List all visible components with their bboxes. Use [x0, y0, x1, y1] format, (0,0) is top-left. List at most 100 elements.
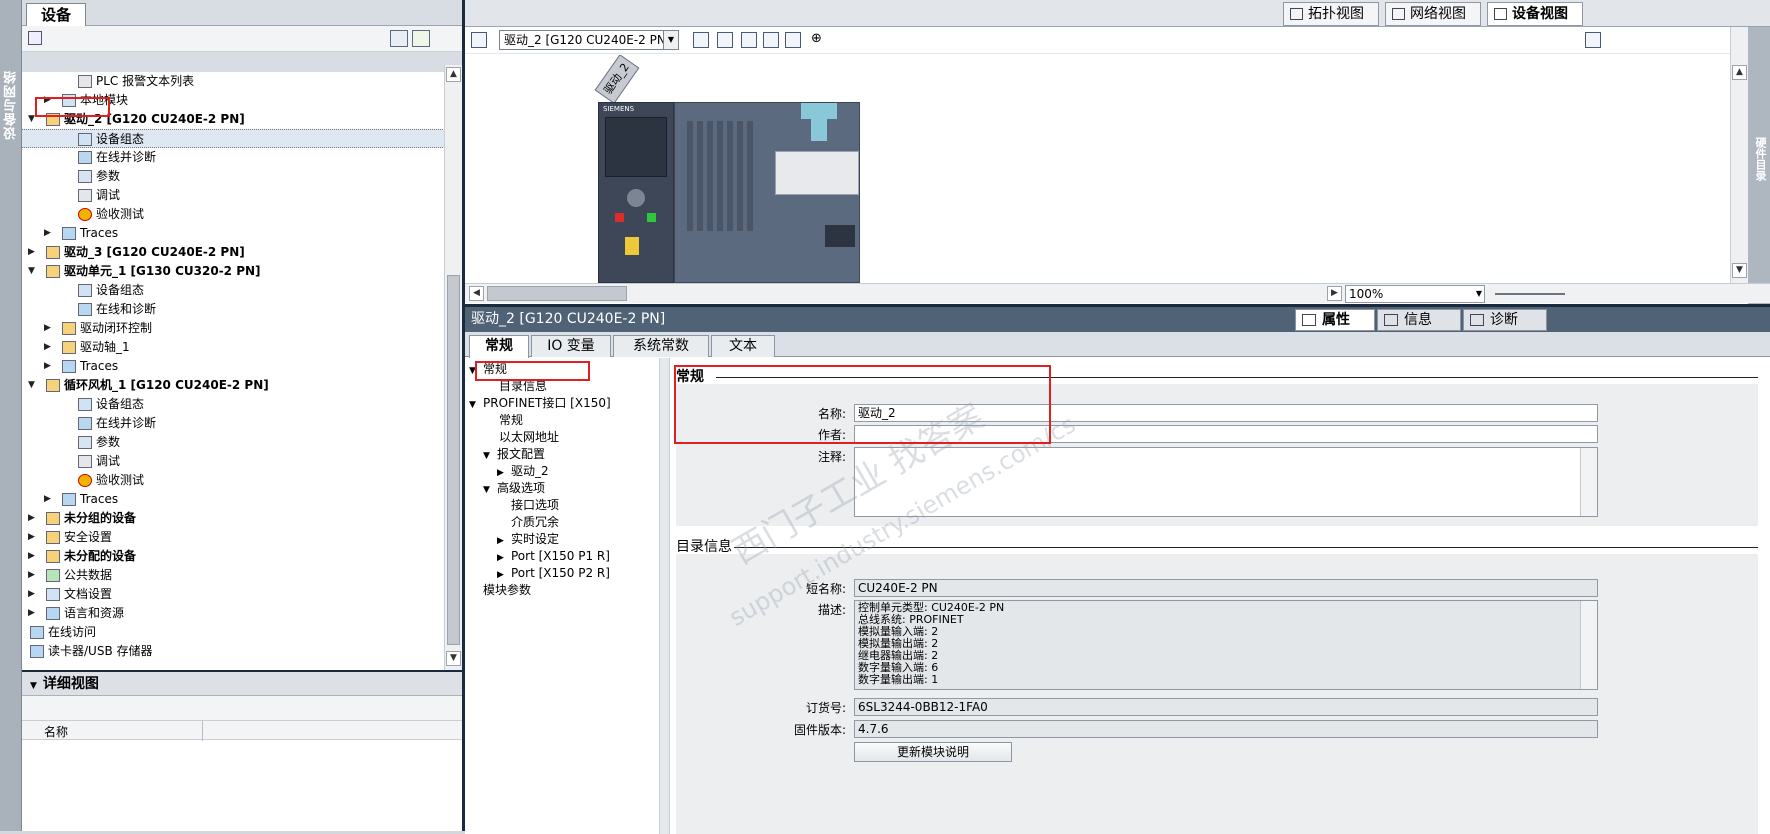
canvas-horizontal-scrollbar[interactable]: ◀ ▶ 100% ▼: [465, 283, 1770, 303]
tree-item[interactable]: 在线并诊断: [22, 148, 447, 167]
project-tree-tab[interactable]: 设备: [26, 3, 87, 26]
tree-item[interactable]: 调试: [22, 452, 447, 471]
h-scroll-thumb[interactable]: [487, 286, 627, 301]
tree-item[interactable]: ▼ 循环风机_1 [G120 CU240E-2 PN]: [22, 376, 447, 395]
toolbar-icon-1[interactable]: [693, 32, 709, 48]
description-label: 描述:: [817, 603, 846, 617]
tree-item[interactable]: 验收测试: [22, 205, 447, 224]
tab-info[interactable]: 信息: [1377, 309, 1461, 331]
scroll-right-icon[interactable]: ▶: [1327, 286, 1342, 301]
tree-item[interactable]: 验收测试: [22, 471, 447, 490]
tree-item[interactable]: 参数: [22, 167, 447, 186]
canvas-vertical-scrollbar[interactable]: ▲ ▼: [1730, 27, 1748, 283]
control-unit-module[interactable]: SIEMENS: [598, 102, 674, 283]
tree-item[interactable]: ▶ 驱动闭环控制: [22, 319, 447, 338]
tree-node-icon: [78, 189, 92, 202]
collapsed-arrow-icon[interactable]: ▶: [28, 243, 38, 262]
expanded-arrow-icon[interactable]: ▼: [28, 262, 38, 281]
tree-item[interactable]: ▶ 未分组的设备: [22, 509, 447, 528]
tree-toolbar-icon[interactable]: [28, 31, 42, 45]
portal-side-strip[interactable]: 设备与网络: [0, 0, 22, 831]
toolbar-icon-3[interactable]: [741, 32, 757, 48]
tab-diagnostics[interactable]: 诊断: [1463, 309, 1547, 331]
tree-item[interactable]: ▶ Traces: [22, 224, 447, 243]
collapsed-arrow-icon[interactable]: ▶: [28, 528, 38, 547]
tree-item[interactable]: ▶ 未分配的设备: [22, 547, 447, 566]
tree-item[interactable]: 设备组态: [22, 129, 447, 148]
tab-network-view[interactable]: 网络视图: [1385, 2, 1481, 26]
toolbar-icon-5[interactable]: [785, 32, 801, 48]
overview-icon[interactable]: [1585, 32, 1601, 48]
collapsed-arrow-icon[interactable]: ▶: [44, 357, 54, 376]
collapsed-arrow-icon[interactable]: ▶: [28, 604, 38, 623]
nav-item[interactable]: 模块参数: [469, 581, 531, 600]
tree-item[interactable]: ▶ 驱动_3 [G120 CU240E-2 PN]: [22, 243, 447, 262]
update-module-description-button[interactable]: 更新模块说明: [854, 742, 1012, 762]
power-module[interactable]: [674, 102, 860, 283]
tab-system-constants[interactable]: 系统常数: [613, 335, 709, 357]
collapsed-arrow-icon[interactable]: ▶: [28, 509, 38, 528]
tree-item[interactable]: ▶ 语言和资源: [22, 604, 447, 623]
tree-item[interactable]: ▶读卡器/USB 存储器: [22, 642, 447, 661]
expanded-arrow-icon[interactable]: ▼: [483, 481, 497, 500]
tree-item[interactable]: ▶在线访问: [22, 623, 447, 642]
nav-item-label: 以太网地址: [499, 430, 560, 444]
collapsed-arrow-icon[interactable]: ▶: [44, 319, 54, 338]
expanded-arrow-icon[interactable]: ▼: [469, 396, 483, 415]
tree-item[interactable]: 在线并诊断: [22, 414, 447, 433]
tree-item[interactable]: ▼ 驱动单元_1 [G130 CU320-2 PN]: [22, 262, 447, 281]
scroll-left-icon[interactable]: ◀: [469, 286, 484, 301]
collapsed-arrow-icon[interactable]: ▶: [28, 585, 38, 604]
comment-field[interactable]: [854, 447, 1598, 517]
tree-item[interactable]: 设备组态: [22, 395, 447, 414]
collapsed-arrow-icon[interactable]: ▶: [28, 547, 38, 566]
zoom-icon[interactable]: ⊕: [811, 32, 827, 48]
splitter[interactable]: [660, 358, 670, 834]
description-scrollbar[interactable]: [1580, 601, 1597, 689]
tree-item[interactable]: 在线和诊断: [22, 300, 447, 319]
tab-device-view[interactable]: 设备视图: [1487, 2, 1583, 26]
chevron-down-icon: ▼: [1475, 289, 1482, 298]
collapsed-arrow-icon[interactable]: ▶: [44, 224, 54, 243]
collapsed-arrow-icon[interactable]: ▶: [44, 338, 54, 357]
expanded-arrow-icon[interactable]: ▼: [483, 447, 497, 466]
tree-item[interactable]: ▶ 驱动轴_1: [22, 338, 447, 357]
tree-view-toggle-icon[interactable]: [390, 30, 408, 47]
expanded-arrow-icon[interactable]: ▼: [28, 376, 38, 395]
scroll-down-icon[interactable]: ▼: [446, 651, 461, 666]
tree-item[interactable]: ▶ 安全设置: [22, 528, 447, 547]
tab-topology-view[interactable]: 拓扑视图: [1283, 2, 1379, 26]
device-select-dropdown[interactable]: 驱动_2 [G120 CU240E-2 PN] ▼: [499, 30, 679, 50]
tab-io-tags[interactable]: IO 变量: [531, 335, 611, 357]
tab-texts[interactable]: 文本: [711, 335, 775, 357]
tree-item[interactable]: ▶ Traces: [22, 490, 447, 509]
section-divider: [734, 547, 1758, 548]
collapsed-arrow-icon[interactable]: ▶: [28, 566, 38, 585]
hardware-catalog-strip[interactable]: 硬件目录: [1748, 27, 1770, 304]
tree-config-icon[interactable]: [412, 30, 430, 47]
details-collapse-icon[interactable]: ▼: [30, 681, 37, 691]
tree-item[interactable]: 设备组态: [22, 281, 447, 300]
comment-scrollbar[interactable]: [1580, 448, 1597, 516]
device-canvas[interactable]: 驱动_2 SIEMENS: [465, 55, 1720, 283]
tree-item[interactable]: PLC 报警文本列表: [22, 72, 447, 91]
tree-item[interactable]: ▶ 公共数据: [22, 566, 447, 585]
scroll-down-icon[interactable]: ▼: [1732, 263, 1747, 278]
toolbar-icon-4[interactable]: [763, 32, 779, 48]
device-nav-icon[interactable]: [471, 32, 487, 48]
tab-properties[interactable]: 属性: [1295, 309, 1375, 331]
tree-vertical-scrollbar[interactable]: ▲ ▼: [444, 65, 462, 670]
scroll-up-icon[interactable]: ▲: [1732, 65, 1747, 80]
scroll-thumb[interactable]: [447, 275, 460, 645]
tree-item[interactable]: 调试: [22, 186, 447, 205]
toolbar-icon-2[interactable]: [717, 32, 733, 48]
tab-general[interactable]: 常规: [469, 335, 529, 358]
zoom-select[interactable]: 100% ▼: [1345, 285, 1485, 303]
scroll-up-icon[interactable]: ▲: [446, 67, 461, 82]
zoom-slider[interactable]: [1495, 293, 1565, 295]
tree-item[interactable]: ▶ Traces: [22, 357, 447, 376]
details-column-name[interactable]: 名称: [44, 723, 68, 740]
tree-item[interactable]: 参数: [22, 433, 447, 452]
tree-item[interactable]: ▶ 文档设置: [22, 585, 447, 604]
collapsed-arrow-icon[interactable]: ▶: [44, 490, 54, 509]
